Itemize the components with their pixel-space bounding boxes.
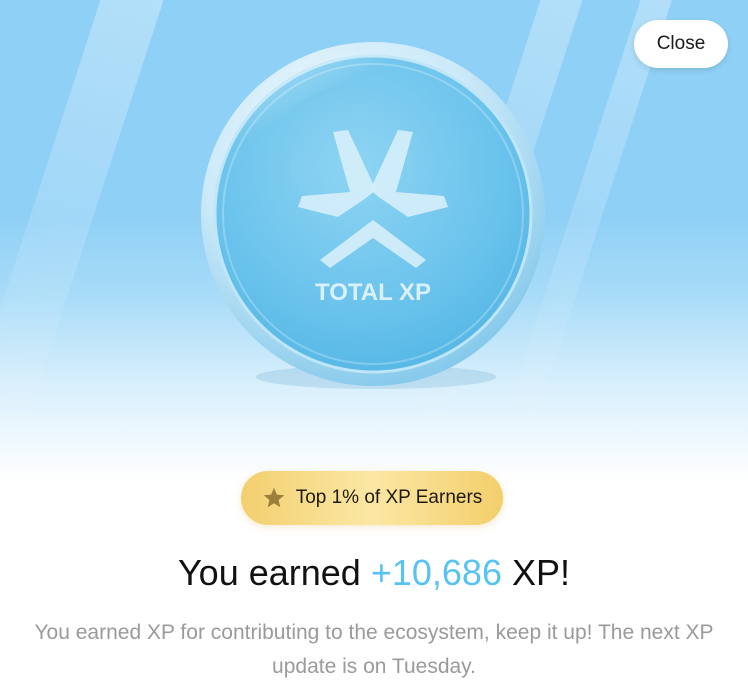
rank-badge: Top 1% of XP Earners — [241, 471, 503, 525]
coin-graphic: TOTAL XP — [201, 42, 545, 389]
headline-prefix: You earned — [177, 552, 361, 593]
close-button[interactable]: Close — [634, 20, 728, 68]
xp-amount: +10,686 — [370, 552, 502, 593]
xp-reward-modal: Close TOTAL XP Top 1% of XP Earners You … — [0, 0, 748, 695]
star-icon — [263, 487, 284, 508]
light-ray — [0, 0, 178, 454]
info-message: You earned XP for contributing to the ec… — [34, 621, 714, 678]
badge-label: Top 1% of XP Earners — [295, 487, 483, 508]
headline-suffix: XP! — [512, 552, 571, 593]
total-xp-coin: TOTAL XP — [198, 42, 548, 392]
coin-label: TOTAL XP — [315, 279, 431, 306]
earned-headline: You earned +10,686 XP! — [0, 552, 748, 594]
